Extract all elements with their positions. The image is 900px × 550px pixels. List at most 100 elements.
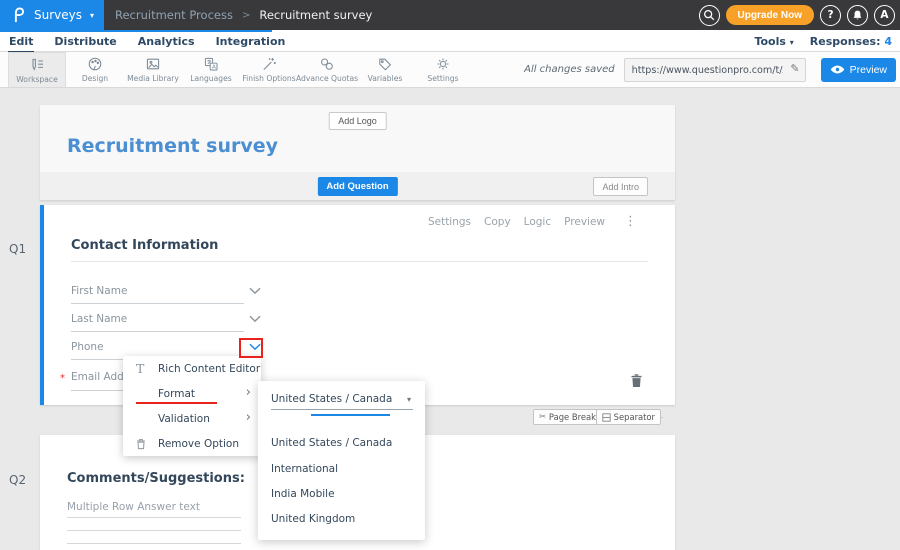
workspace-icon: [29, 57, 45, 73]
trash-icon: [630, 373, 643, 388]
responses-link[interactable]: Responses: 4: [810, 35, 892, 48]
gear-icon: [435, 56, 451, 72]
toolbar-item-label: Variables: [368, 74, 403, 83]
help-button[interactable]: ?: [820, 5, 841, 26]
notifications-button[interactable]: [847, 5, 868, 26]
row-options-chevron-icon[interactable]: [249, 287, 261, 295]
chevron-down-icon: ▾: [407, 395, 411, 404]
format-option-united-kingdom[interactable]: United Kingdom: [271, 513, 355, 525]
add-intro-button[interactable]: Add Intro: [593, 177, 648, 196]
question-settings-link[interactable]: Settings: [428, 216, 471, 228]
survey-nav: Edit Distribute Analytics Integration To…: [0, 30, 900, 52]
answer-underline: [67, 543, 241, 544]
toolbar-item-variables[interactable]: Variables: [356, 52, 414, 87]
delete-row-button[interactable]: [630, 373, 643, 388]
survey-header-card: Add Logo Recruitment survey Add Question…: [40, 105, 675, 200]
row-label[interactable]: First Name: [71, 285, 127, 297]
question2-id: Q2: [9, 473, 26, 487]
question1-id: Q1: [9, 242, 26, 256]
survey-title[interactable]: Recruitment survey: [67, 135, 278, 157]
breadcrumb-current: Recruitment survey: [259, 8, 372, 22]
breadcrumb: Recruitment Process > Recruitment survey: [115, 0, 372, 30]
contact-row-first-name: First Name: [71, 284, 262, 304]
selected-format: United States / Canada: [271, 393, 392, 405]
search-button[interactable]: [699, 5, 720, 26]
product-switcher[interactable]: Surveys ▾: [0, 0, 104, 30]
toolbar-right: All changes saved ✎ Preview: [524, 52, 900, 87]
phone-format-select[interactable]: United States / Canada ▾: [271, 391, 413, 410]
translate-icon: A: [203, 56, 219, 72]
page-break-label: Page Break: [549, 412, 596, 422]
toolbar-item-label: Languages: [190, 74, 231, 83]
chevron-right-icon: ›: [246, 410, 251, 425]
svg-text:A: A: [212, 65, 216, 71]
edit-toolbar: Workspace Design Media Library A Languag…: [0, 52, 900, 88]
upgrade-now-button[interactable]: Upgrade Now: [726, 5, 814, 25]
toolbar-item-label: Settings: [427, 74, 458, 83]
menu-item-label: Validation: [158, 413, 210, 425]
chevron-down-icon: ▾: [790, 38, 794, 47]
add-logo-button[interactable]: Add Logo: [328, 112, 387, 130]
edit-url-pencil-icon[interactable]: ✎: [790, 62, 799, 75]
format-option-us-canada[interactable]: United States / Canada: [271, 437, 392, 449]
avatar[interactable]: A: [874, 5, 895, 26]
topbar: Surveys ▾ Recruitment Process > Recruitm…: [0, 0, 900, 30]
tab-analytics[interactable]: Analytics: [137, 30, 196, 51]
toolbar-item-label: Design: [82, 74, 108, 83]
question-logic-link[interactable]: Logic: [524, 216, 551, 228]
format-option-international[interactable]: International: [271, 463, 338, 475]
bell-icon: [852, 9, 863, 21]
tab-integration[interactable]: Integration: [215, 30, 287, 51]
autosave-status: All changes saved: [524, 64, 615, 75]
row-label[interactable]: Last Name: [71, 313, 127, 325]
topbar-actions: Upgrade Now ? A: [699, 0, 895, 30]
row-label[interactable]: Phone: [71, 341, 104, 353]
focus-indicator-line: [311, 414, 390, 416]
toolbar-item-settings[interactable]: Settings: [414, 52, 472, 87]
format-submenu-panel: United States / Canada ▾ United States /…: [258, 381, 425, 540]
format-option-india-mobile[interactable]: India Mobile: [271, 488, 335, 500]
annotation-underline: [136, 402, 217, 404]
page-break-button[interactable]: ✂ Page Break: [533, 409, 602, 425]
toolbar-item-media-library[interactable]: Media Library: [124, 52, 182, 87]
toolbar-item-languages[interactable]: A Languages: [182, 52, 240, 87]
toolbar-item-workspace[interactable]: Workspace: [8, 52, 66, 87]
text-format-icon: T: [136, 363, 158, 375]
row-options-context-menu: T Rich Content Editor Format › Validatio…: [123, 356, 261, 456]
menu-item-label: Remove Option: [158, 438, 239, 450]
search-icon: [703, 9, 715, 21]
heading-divider: [71, 261, 648, 262]
question1-heading[interactable]: Contact Information: [71, 238, 218, 253]
questionpro-logo: [11, 6, 26, 24]
nav-right: Tools ▾ Responses: 4: [754, 30, 892, 52]
question-preview-link[interactable]: Preview: [564, 216, 605, 228]
menu-item-label: Format: [158, 388, 195, 400]
menu-item-validation[interactable]: Validation ›: [123, 406, 261, 431]
menu-item-rich-content-editor[interactable]: T Rich Content Editor: [123, 356, 261, 381]
answer-placeholder: Multiple Row Answer text: [67, 501, 200, 513]
toolbar-item-label: Media Library: [127, 74, 179, 83]
breadcrumb-parent[interactable]: Recruitment Process: [115, 8, 233, 22]
toolbar-item-finish-options[interactable]: Finish Options: [240, 52, 298, 87]
question-copy-link[interactable]: Copy: [484, 216, 511, 228]
add-question-button[interactable]: Add Question: [317, 177, 397, 196]
answer-underline: [71, 331, 244, 332]
tab-edit[interactable]: Edit: [8, 30, 34, 53]
toolbar-item-label: Advance Quotas: [296, 74, 358, 83]
question2-heading[interactable]: Comments/Suggestions:: [67, 471, 245, 486]
chain-link-icon: [319, 56, 335, 72]
tab-distribute[interactable]: Distribute: [53, 30, 117, 51]
preview-button[interactable]: Preview: [821, 58, 896, 82]
separator-button[interactable]: Separator: [596, 409, 661, 425]
contact-row-last-name: Last Name: [71, 312, 262, 332]
survey-url-input[interactable]: [624, 58, 806, 82]
menu-item-remove-option[interactable]: Remove Option: [123, 431, 261, 456]
kebab-menu-icon[interactable]: ⋮: [624, 217, 637, 227]
tools-label: Tools: [754, 35, 785, 48]
answer-underline: [67, 517, 241, 518]
add-question-band: Add Question Add Intro: [40, 172, 675, 200]
toolbar-item-advance-quotas[interactable]: Advance Quotas: [298, 52, 356, 87]
tools-menu[interactable]: Tools ▾: [754, 35, 793, 48]
row-options-chevron-icon[interactable]: [249, 315, 261, 323]
toolbar-item-design[interactable]: Design: [66, 52, 124, 87]
